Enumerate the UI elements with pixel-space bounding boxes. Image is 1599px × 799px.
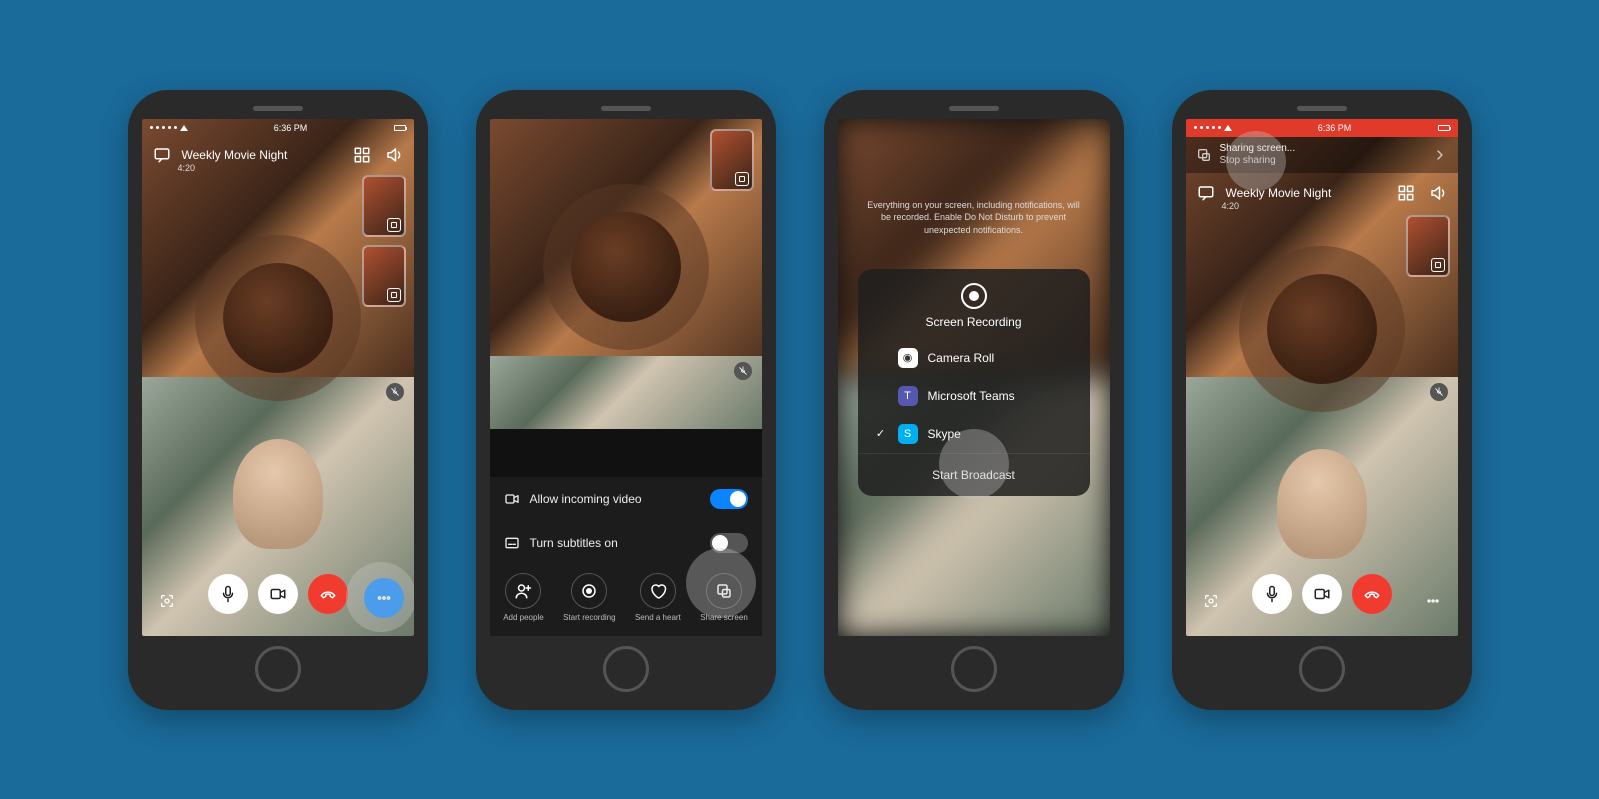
add-person-icon	[505, 573, 541, 609]
status-bar-recording[interactable]: 6:36 PM	[1186, 119, 1458, 137]
action-send-heart[interactable]: Send a heart	[635, 573, 681, 622]
phone-screen: 6:36 PM Sharing screen... Stop sharing W…	[1186, 119, 1458, 636]
phone-speaker	[949, 106, 999, 111]
phone-screen: Everything on your screen, including not…	[838, 119, 1110, 636]
participant-face-1	[571, 212, 681, 322]
action-label: Add people	[503, 613, 543, 622]
tap-indicator	[686, 548, 756, 618]
toggle-switch[interactable]	[710, 489, 748, 509]
muted-badge	[1430, 383, 1448, 401]
mute-button[interactable]	[208, 574, 248, 614]
action-start-recording[interactable]: Start recording	[563, 573, 615, 622]
phone-mockup-1: 6:36 PM Weekly Movie Night 4:20	[128, 90, 428, 710]
expand-icon	[735, 172, 749, 186]
camera-button[interactable]	[258, 574, 298, 614]
app-name: Microsoft Teams	[928, 389, 1015, 403]
phone-mockup-2: Allow incoming video Turn subtitles on A…	[476, 90, 776, 710]
check-icon: ✓	[874, 427, 888, 440]
chevron-right-icon	[1432, 147, 1448, 163]
phone-home-button[interactable]	[951, 646, 997, 692]
speaker-icon[interactable]	[382, 143, 406, 167]
battery-icon	[394, 125, 406, 131]
participant-face-2	[233, 439, 323, 549]
participant-face-2	[1277, 449, 1367, 559]
call-duration: 4:20	[1222, 201, 1240, 211]
participant-thumbnail[interactable]	[1406, 215, 1450, 277]
status-time: 6:36 PM	[1318, 123, 1352, 133]
action-label: Start recording	[563, 613, 615, 622]
heart-icon	[640, 573, 676, 609]
phone-speaker	[601, 106, 651, 111]
phone-mockup-3: Everything on your screen, including not…	[824, 90, 1124, 710]
chat-icon[interactable]	[150, 143, 174, 167]
tap-indicator	[1226, 131, 1286, 191]
toggle-label: Allow incoming video	[530, 492, 700, 506]
record-icon	[571, 573, 607, 609]
toggle-label: Turn subtitles on	[530, 536, 700, 550]
action-add-people[interactable]: Add people	[503, 573, 543, 622]
muted-badge	[734, 362, 752, 380]
tap-indicator	[346, 562, 414, 632]
status-time: 6:36 PM	[274, 123, 308, 133]
wifi-icon	[1224, 125, 1232, 131]
phone-mockup-4: 6:36 PM Sharing screen... Stop sharing W…	[1172, 90, 1472, 710]
participant-thumbnail-1[interactable]	[362, 175, 406, 237]
participant-video-bottom	[490, 356, 762, 428]
chat-icon[interactable]	[1194, 181, 1218, 205]
phone-screen: 6:36 PM Weekly Movie Night 4:20	[142, 119, 414, 636]
broadcast-notice: Everything on your screen, including not…	[862, 199, 1086, 237]
phone-speaker	[253, 106, 303, 111]
grid-view-icon[interactable]	[350, 143, 374, 167]
phone-home-button[interactable]	[1299, 646, 1345, 692]
focus-camera-icon[interactable]	[1196, 586, 1226, 616]
expand-icon	[387, 288, 401, 302]
subtitles-icon	[504, 535, 520, 551]
hangup-button[interactable]	[1352, 574, 1392, 614]
toggle-allow-incoming-video[interactable]: Allow incoming video	[490, 477, 762, 521]
broadcast-app-teams[interactable]: T Microsoft Teams	[858, 377, 1090, 415]
video-icon	[504, 491, 520, 507]
share-screen-icon	[1196, 147, 1212, 163]
participant-face-1	[223, 263, 333, 373]
camera-button[interactable]	[1302, 574, 1342, 614]
expand-icon	[387, 218, 401, 232]
speaker-icon[interactable]	[1426, 181, 1450, 205]
broadcast-title: Screen Recording	[858, 315, 1090, 329]
broadcast-app-camera-roll[interactable]: ◉ Camera Roll	[858, 339, 1090, 377]
skype-icon: S	[898, 424, 918, 444]
battery-icon	[1438, 125, 1450, 131]
app-name: Camera Roll	[928, 351, 995, 365]
call-title: Weekly Movie Night	[182, 148, 342, 162]
teams-icon: T	[898, 386, 918, 406]
grid-view-icon[interactable]	[1394, 181, 1418, 205]
focus-camera-icon[interactable]	[152, 586, 182, 616]
wifi-icon	[180, 125, 188, 131]
phone-home-button[interactable]	[255, 646, 301, 692]
record-icon	[961, 283, 987, 309]
status-bar: 6:36 PM	[142, 119, 414, 137]
muted-badge	[386, 383, 404, 401]
hangup-button[interactable]	[308, 574, 348, 614]
call-duration: 4:20	[178, 163, 196, 173]
more-options-button[interactable]	[1418, 586, 1448, 616]
phone-screen: Allow incoming video Turn subtitles on A…	[490, 119, 762, 636]
participant-face-1	[1267, 274, 1377, 384]
phone-speaker	[1297, 106, 1347, 111]
action-label: Send a heart	[635, 613, 681, 622]
tap-indicator	[939, 429, 1009, 499]
self-thumbnail[interactable]	[710, 129, 754, 191]
participant-thumbnail-2[interactable]	[362, 245, 406, 307]
phone-home-button[interactable]	[603, 646, 649, 692]
mute-button[interactable]	[1252, 574, 1292, 614]
camera-roll-icon: ◉	[898, 348, 918, 368]
expand-icon	[1431, 258, 1445, 272]
